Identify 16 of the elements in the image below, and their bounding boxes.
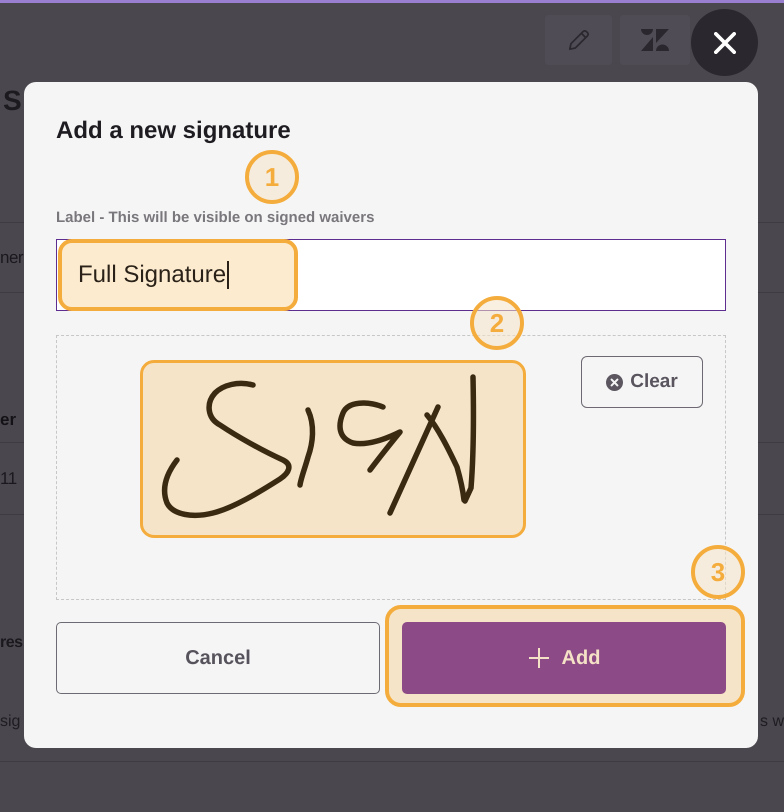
callout-number: 1 [245, 150, 299, 204]
callout-number: 3 [691, 545, 745, 599]
logo-icon [641, 29, 669, 51]
callout-number: 2 [470, 296, 524, 350]
edit-button[interactable] [545, 15, 612, 65]
add-button[interactable]: Add [402, 622, 726, 694]
column-header: er [0, 409, 16, 431]
plus-icon [528, 647, 550, 669]
clear-button[interactable]: Clear [581, 356, 703, 408]
close-icon [714, 32, 736, 54]
clear-icon [606, 374, 624, 390]
cancel-button[interactable]: Cancel [56, 622, 380, 694]
field-label: Label - This will be visible on signed waivers [56, 208, 374, 228]
dialog-title: Add a new signature [56, 116, 291, 146]
input-value: Full Signature [78, 260, 226, 290]
label-input[interactable]: Full Signature [56, 239, 726, 311]
